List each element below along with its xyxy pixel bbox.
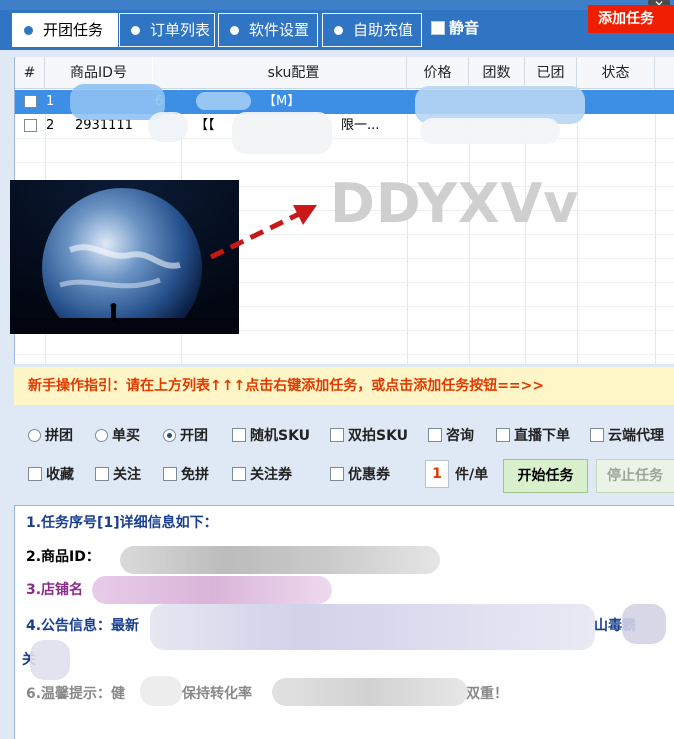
option-label: 随机SKU bbox=[250, 428, 311, 444]
checkbox-icon[interactable] bbox=[496, 428, 510, 442]
checkbox-icon[interactable] bbox=[232, 428, 246, 442]
option-favorite[interactable]: 收藏 bbox=[28, 466, 74, 484]
tab-label: 开团任务 bbox=[43, 21, 104, 39]
col-group-count[interactable]: 团数 bbox=[469, 57, 525, 89]
arrow-icon bbox=[209, 205, 317, 260]
option-label: 双拍SKU bbox=[348, 428, 409, 444]
tab-label: 软件设置 bbox=[249, 21, 310, 39]
blur-mask bbox=[92, 576, 332, 604]
option-single-buy[interactable]: 单买 bbox=[95, 427, 140, 445]
option-label: 直播下单 bbox=[514, 428, 570, 444]
blur-mask bbox=[120, 546, 440, 574]
watermark-text: DDYXVv bbox=[330, 172, 580, 235]
checkbox-icon[interactable] bbox=[163, 467, 177, 481]
option-label: 单买 bbox=[112, 428, 140, 444]
radio-icon[interactable] bbox=[163, 429, 176, 442]
col-index[interactable]: # bbox=[15, 57, 45, 89]
row-number: 1 bbox=[46, 94, 55, 109]
row-sku: 【【 bbox=[195, 118, 215, 133]
blur-mask bbox=[232, 112, 332, 154]
info-line-6: 6.温馨提示：健 bbox=[26, 686, 126, 702]
blur-mask bbox=[150, 604, 595, 650]
blur-mask bbox=[30, 640, 70, 680]
option-double-sku[interactable]: 双拍SKU bbox=[330, 427, 408, 445]
checkbox-icon[interactable] bbox=[95, 467, 109, 481]
blur-mask bbox=[622, 604, 666, 644]
option-label: 收藏 bbox=[46, 467, 74, 483]
option-consult[interactable]: 咨询 bbox=[428, 427, 474, 445]
option-label: 咨询 bbox=[446, 428, 474, 444]
option-label: 免拼 bbox=[181, 467, 209, 483]
mute-checkbox-box[interactable] bbox=[431, 21, 445, 35]
info-line-6-tail: 双重！ bbox=[466, 686, 508, 702]
grid-line bbox=[15, 354, 674, 355]
tab-self-recharge[interactable]: 自助充值 bbox=[322, 13, 422, 47]
tab-label: 自助充值 bbox=[353, 21, 414, 39]
tab-dot-icon bbox=[230, 26, 239, 35]
col-price[interactable]: 价格 bbox=[407, 57, 469, 89]
option-label: 关注 bbox=[113, 467, 141, 483]
tab-dot-icon bbox=[334, 26, 343, 35]
checkbox-icon[interactable] bbox=[28, 467, 42, 481]
blur-mask bbox=[420, 118, 560, 144]
option-label: 开团 bbox=[180, 428, 208, 444]
add-task-button[interactable]: 添加任务 bbox=[588, 5, 674, 33]
tab-software-settings[interactable]: 软件设置 bbox=[218, 13, 318, 47]
tab-dot-icon bbox=[24, 26, 33, 35]
info-line-6-mid: 保持转化率 bbox=[182, 686, 252, 702]
tab-label: 订单列表 bbox=[150, 21, 211, 39]
option-coupon[interactable]: 优惠券 bbox=[330, 466, 390, 484]
option-label: 优惠券 bbox=[348, 467, 390, 483]
checkbox-icon[interactable] bbox=[330, 467, 344, 481]
row-sku: 【M】 bbox=[263, 94, 301, 109]
col-status[interactable]: 状态 bbox=[577, 57, 655, 89]
blur-mask bbox=[272, 678, 468, 706]
row-sku-tail: 限一... bbox=[341, 118, 380, 133]
info-line-4: 4.公告信息：最新 bbox=[26, 618, 140, 634]
option-live-order[interactable]: 直播下单 bbox=[496, 427, 570, 445]
option-label: 云端代理 bbox=[608, 428, 664, 444]
option-label: 拼团 bbox=[45, 428, 73, 444]
radio-icon[interactable] bbox=[95, 429, 108, 442]
info-line-1: 1.任务序号[1]详细信息如下： bbox=[26, 515, 218, 531]
info-line-2: 2.商品ID： bbox=[26, 549, 100, 565]
stop-task-button[interactable]: 停止任务 bbox=[596, 459, 674, 493]
blur-mask bbox=[196, 92, 251, 110]
blur-mask bbox=[140, 676, 182, 706]
option-cloud-proxy[interactable]: 云端代理 bbox=[590, 427, 664, 445]
quantity-unit: 件/单 bbox=[455, 467, 489, 483]
blur-mask bbox=[70, 84, 165, 120]
guide-text: 新手操作指引：请在上方列表↑↑↑点击右键添加任务，或点击添加任务按钮==>> bbox=[28, 378, 545, 394]
tab-dot-icon bbox=[131, 26, 140, 35]
mute-label: 静音 bbox=[449, 19, 480, 37]
blur-mask bbox=[148, 112, 188, 142]
start-task-button[interactable]: 开始任务 bbox=[503, 459, 588, 493]
option-follow-coupon[interactable]: 关注券 bbox=[232, 466, 292, 484]
grid-line bbox=[15, 138, 674, 139]
tab-bar: 开团任务 订单列表 软件设置 自助充值 静音 bbox=[0, 10, 674, 50]
checkbox-icon[interactable] bbox=[428, 428, 442, 442]
row-checkbox[interactable] bbox=[24, 119, 37, 132]
checkbox-icon[interactable] bbox=[330, 428, 344, 442]
option-free-group[interactable]: 免拼 bbox=[163, 466, 209, 484]
col-grouped[interactable]: 已团 bbox=[525, 57, 577, 89]
option-label: 关注券 bbox=[250, 467, 292, 483]
grid-line bbox=[15, 162, 674, 163]
radio-icon[interactable] bbox=[28, 429, 41, 442]
mute-checkbox[interactable]: 静音 bbox=[431, 16, 479, 40]
option-follow[interactable]: 关注 bbox=[95, 466, 141, 484]
option-random-sku[interactable]: 随机SKU bbox=[232, 427, 310, 445]
option-group-buy[interactable]: 拼团 bbox=[28, 427, 73, 445]
option-open-group[interactable]: 开团 bbox=[163, 427, 208, 445]
tab-order-list[interactable]: 订单列表 bbox=[119, 13, 215, 47]
guide-bar: 新手操作指引：请在上方列表↑↑↑点击右键添加任务，或点击添加任务按钮==>> bbox=[14, 367, 674, 405]
row-checkbox[interactable] bbox=[24, 95, 37, 108]
col-sku[interactable]: sku配置 bbox=[181, 57, 407, 89]
checkbox-icon[interactable] bbox=[232, 467, 246, 481]
info-line-3: 3.店铺名 bbox=[26, 582, 84, 598]
row-number: 2 bbox=[46, 118, 55, 133]
tab-group-task[interactable]: 开团任务 bbox=[12, 13, 118, 47]
checkbox-icon[interactable] bbox=[590, 428, 604, 442]
quantity-input[interactable]: 1 bbox=[425, 460, 449, 488]
